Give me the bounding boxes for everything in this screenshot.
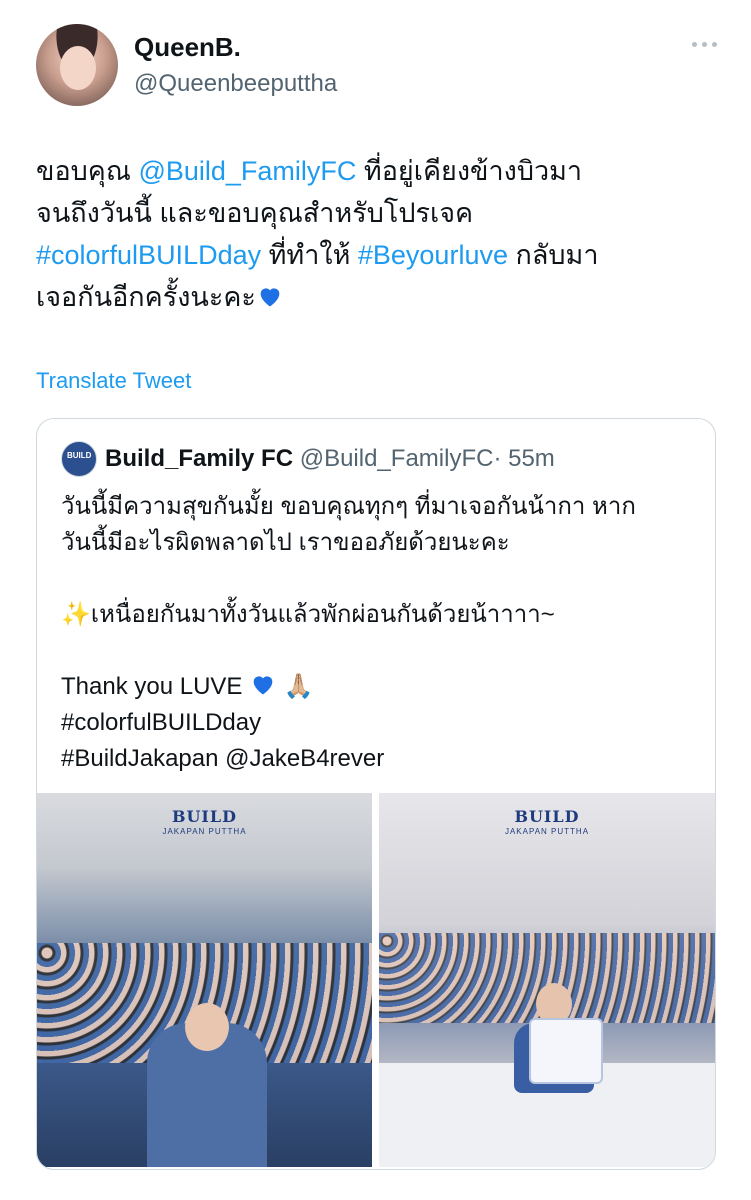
tweet-photo-crowd[interactable]: BUILD JAKAPAN PUTTHA xyxy=(37,793,372,1167)
author-display-name[interactable]: QueenB. xyxy=(134,32,241,63)
tweet-text-segment: ที่อยู่เคียงข้างบิวมา xyxy=(356,156,583,186)
avatar-face xyxy=(60,46,96,90)
quoted-avatar-text: BUILD xyxy=(67,451,92,460)
blue-heart-icon xyxy=(260,288,280,307)
quoted-text-line: วันนี้มีความสุขกันมั้ย ขอบคุณทุกๆ ที่มาเ… xyxy=(61,493,636,520)
hashtag-link[interactable]: #Beyourluve xyxy=(358,240,508,270)
photo-person xyxy=(147,1003,267,1167)
author-avatar[interactable] xyxy=(36,24,118,106)
photo-logo: BUILD xyxy=(171,807,238,826)
quoted-text-line: #BuildJakapan @JakeB4rever xyxy=(61,745,385,772)
quoted-tweet[interactable]: BUILD Build_Family FC @Build_FamilyFC· 5… xyxy=(36,418,716,1170)
tweet-text-segment: ขอบคุณ xyxy=(36,156,139,186)
quoted-display-name[interactable]: Build_Family FC xyxy=(105,445,293,472)
author-handle[interactable]: @Queenbeeputtha xyxy=(134,70,337,98)
quoted-text: วันนี้มีความสุขกันมั้ย ขอบคุณทุกๆ ที่มาเ… xyxy=(61,489,701,777)
sparkles-icon: ✨ xyxy=(61,601,91,628)
hashtag-link[interactable]: #colorfulBUILDday xyxy=(36,240,261,270)
translate-tweet-link[interactable]: Translate Tweet xyxy=(36,368,191,394)
photo-logo: BUILD xyxy=(514,807,580,826)
quoted-time[interactable]: · 55m xyxy=(493,445,554,472)
tweet-text-segment: เจอกันอีกครั้งนะคะ xyxy=(36,282,256,312)
photo-cake xyxy=(529,1018,603,1084)
tweet-photo-stage[interactable]: BUILD JAKAPAN PUTTHA xyxy=(379,793,715,1167)
photo-logo-sub: JAKAPAN PUTTHA xyxy=(162,827,247,836)
blue-heart-icon xyxy=(253,676,273,695)
photo-logo-sub: JAKAPAN PUTTHA xyxy=(504,827,590,836)
mention-link[interactable]: @Build_FamilyFC xyxy=(138,156,356,186)
tweet-text: ขอบคุณ @Build_FamilyFC ที่อยู่เคียงข้างบ… xyxy=(36,150,726,318)
praying-hands-icon: 🙏🏼 xyxy=(283,673,314,700)
tweet-text-segment: จนถึงวันนี้ และขอบคุณสำหรับโปรเจค xyxy=(36,198,474,228)
quoted-header: Build_Family FC @Build_FamilyFC· 55m xyxy=(105,445,555,473)
quoted-handle[interactable]: @Build_FamilyFC xyxy=(300,445,494,472)
tweet-text-segment: ที่ทำให้ xyxy=(261,240,358,270)
quoted-text-line: #colorfulBUILDday xyxy=(61,709,262,736)
quoted-text-line: วันนี้มีอะไรผิดพลาดไป เราขออภัยด้วยนะคะ xyxy=(61,529,510,556)
quoted-avatar[interactable]: BUILD xyxy=(61,441,97,477)
tweet-text-segment: กลับมา xyxy=(507,240,599,270)
quoted-text-line: Thank you LUVE xyxy=(61,673,250,700)
quoted-text-line: เหนื่อยกันมาทั้งวันแล้วพักผ่อนกันด้วยน้า… xyxy=(90,601,555,628)
more-options-icon[interactable] xyxy=(684,34,724,54)
